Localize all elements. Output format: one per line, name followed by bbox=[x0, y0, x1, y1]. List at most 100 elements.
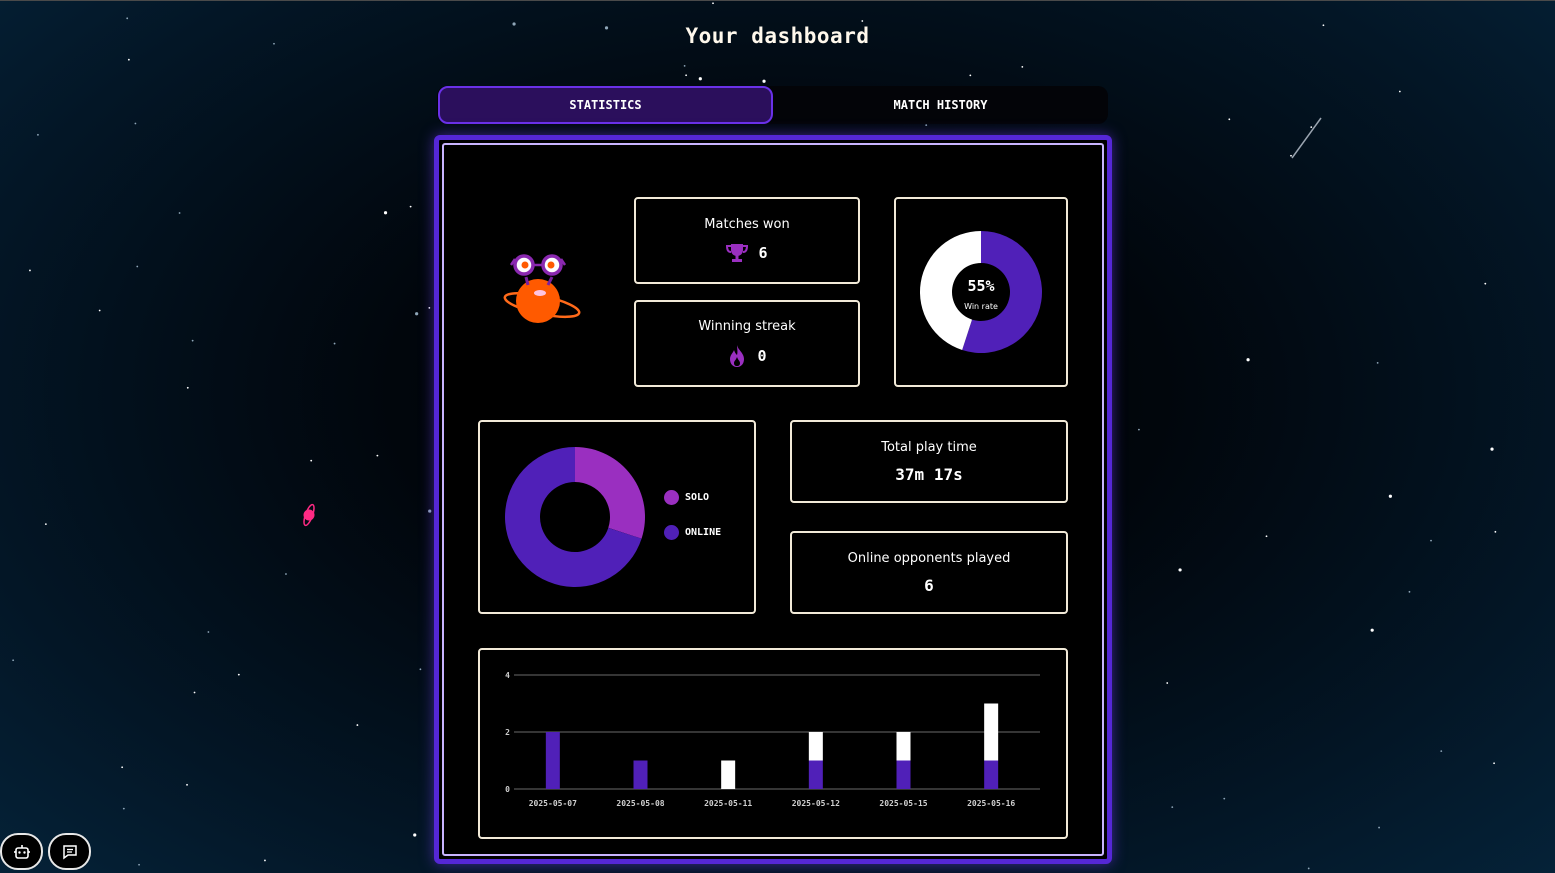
flame-icon bbox=[730, 345, 745, 367]
bar-segment-secondary bbox=[808, 732, 823, 761]
star bbox=[127, 58, 130, 61]
legend-online-label: ONLINE bbox=[685, 527, 722, 538]
star bbox=[121, 766, 124, 769]
star bbox=[1021, 65, 1024, 68]
bar-segment-primary bbox=[808, 760, 823, 789]
star bbox=[413, 833, 417, 837]
alien-mascot-icon bbox=[503, 254, 581, 323]
tab-match-history[interactable]: MATCH HISTORY bbox=[773, 86, 1108, 124]
total-play-time-card: Total play time 37m 17s bbox=[790, 420, 1068, 503]
winning-streak-card: Winning streak 0 bbox=[634, 300, 860, 387]
star bbox=[1490, 447, 1494, 451]
star bbox=[1484, 282, 1487, 285]
legend-item-online: ONLINE bbox=[664, 525, 721, 540]
star bbox=[1370, 628, 1374, 632]
win-rate-card: 55% Win rate bbox=[894, 197, 1068, 387]
star bbox=[126, 17, 129, 20]
online-opponents-card: Online opponents played 6 bbox=[790, 531, 1068, 614]
winning-streak-value: 0 bbox=[757, 347, 767, 365]
matches-won-value: 6 bbox=[758, 244, 768, 262]
star bbox=[29, 269, 31, 272]
star bbox=[1388, 494, 1392, 498]
star bbox=[356, 724, 359, 726]
star bbox=[383, 211, 388, 215]
star bbox=[186, 386, 189, 389]
star bbox=[1178, 568, 1182, 572]
total-play-time-label: Total play time bbox=[881, 439, 977, 455]
star bbox=[122, 807, 125, 810]
bar-segment-secondary bbox=[984, 703, 999, 761]
bar-segment-primary bbox=[896, 760, 911, 789]
bar-segment-primary bbox=[545, 732, 560, 789]
statistics-panel-inner: Matches won 6 Winning streak 0 55% Win r… bbox=[442, 143, 1104, 856]
star bbox=[698, 77, 702, 81]
x-tick-label: 2025-05-07 bbox=[529, 799, 577, 808]
win-rate-label: Win rate bbox=[964, 302, 998, 311]
statistics-panel: Matches won 6 Winning streak 0 55% Win r… bbox=[434, 135, 1112, 864]
legend-solo-dot bbox=[664, 490, 679, 505]
star bbox=[1440, 750, 1443, 753]
star bbox=[376, 454, 379, 457]
game-mode-card: SOLO ONLINE bbox=[478, 420, 756, 614]
star bbox=[37, 133, 39, 136]
bar-segment-primary bbox=[984, 760, 999, 789]
win-rate-percent: 55% bbox=[967, 277, 994, 295]
star bbox=[12, 659, 15, 662]
star bbox=[428, 306, 431, 309]
x-tick-label: 2025-05-15 bbox=[879, 799, 927, 808]
star bbox=[1494, 530, 1497, 533]
star bbox=[925, 124, 928, 127]
star bbox=[419, 668, 422, 671]
chat-button[interactable] bbox=[48, 833, 91, 870]
solo-slice bbox=[575, 447, 645, 539]
star bbox=[98, 309, 101, 312]
legend-solo-label: SOLO bbox=[685, 492, 710, 503]
game-mode-donut-chart bbox=[505, 447, 645, 587]
trophy-icon bbox=[726, 244, 749, 262]
star bbox=[134, 122, 137, 125]
x-tick-label: 2025-05-08 bbox=[616, 799, 664, 808]
star bbox=[178, 212, 181, 214]
star bbox=[1398, 90, 1401, 93]
star bbox=[138, 863, 140, 866]
window-top-border bbox=[0, 0, 1555, 1]
y-tick-label: 0 bbox=[505, 785, 510, 794]
y-tick-label: 4 bbox=[505, 671, 510, 680]
chat-icon bbox=[62, 844, 77, 859]
total-play-time-value: 37m 17s bbox=[895, 464, 963, 484]
matches-won-label: Matches won bbox=[704, 217, 790, 232]
star bbox=[1171, 806, 1174, 809]
star bbox=[1307, 867, 1310, 870]
star bbox=[285, 573, 287, 575]
game-mode-legend: SOLO ONLINE bbox=[664, 490, 721, 560]
star bbox=[1223, 797, 1226, 800]
robot-button[interactable] bbox=[0, 833, 43, 870]
legend-item-solo: SOLO bbox=[664, 490, 721, 505]
star bbox=[428, 509, 432, 513]
shooting-star-icon bbox=[1291, 117, 1322, 159]
pink-planet-icon bbox=[303, 503, 315, 527]
star bbox=[1138, 428, 1140, 431]
star bbox=[409, 205, 412, 208]
star bbox=[1265, 535, 1268, 538]
star bbox=[207, 631, 210, 633]
star bbox=[191, 339, 194, 342]
star bbox=[1378, 826, 1380, 829]
star bbox=[44, 523, 47, 526]
star bbox=[683, 64, 686, 67]
tab-statistics[interactable]: STATISTICS bbox=[438, 86, 773, 124]
star bbox=[1166, 682, 1169, 684]
star bbox=[1493, 762, 1495, 765]
bar-segment-primary bbox=[633, 760, 648, 789]
matches-per-day-card: 0 2 4 2025-05-07 2025-05-08 2025-05-11 2025-05… bbox=[478, 648, 1068, 839]
star bbox=[861, 20, 864, 22]
bar-segment-secondary bbox=[896, 732, 911, 761]
star bbox=[969, 74, 972, 77]
online-opponents-value: 6 bbox=[924, 575, 934, 595]
star bbox=[136, 265, 139, 268]
online-opponents-label: Online opponents played bbox=[847, 550, 1011, 566]
star bbox=[1408, 590, 1411, 593]
star bbox=[762, 79, 766, 83]
star bbox=[685, 74, 688, 77]
star bbox=[1246, 358, 1250, 362]
